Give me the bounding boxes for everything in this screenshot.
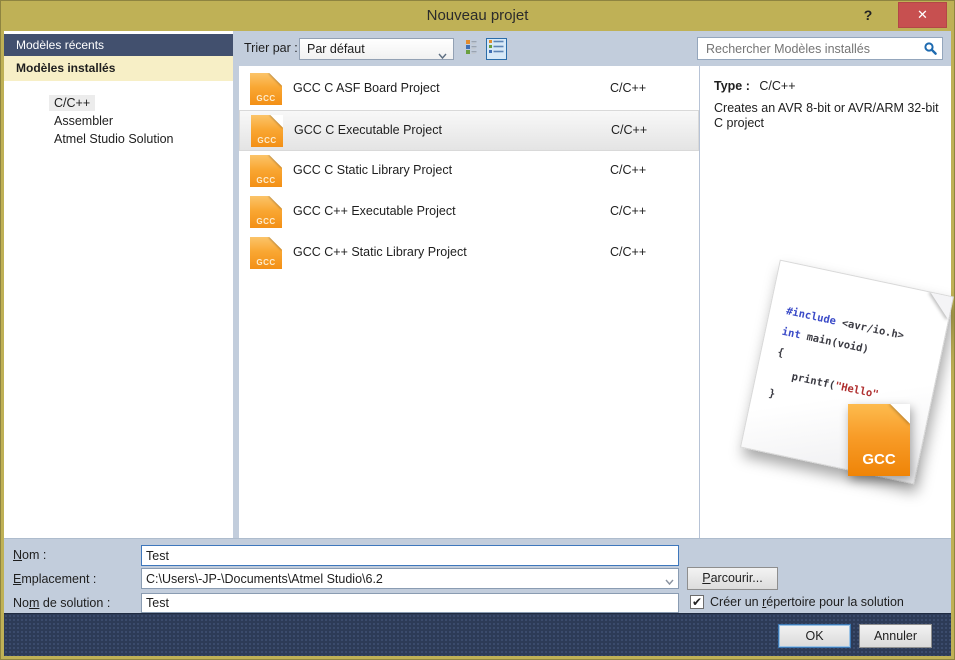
project-form: Nom : Emplacement : Parcourir... Nom de … xyxy=(4,538,951,613)
sort-by-value: Par défaut xyxy=(307,42,365,56)
new-project-dialog: Nouveau projet ? ✕ Modèles récents Modèl… xyxy=(0,0,955,660)
sort-by-dropdown[interactable]: Par défaut xyxy=(299,38,454,60)
template-row[interactable]: GCC GCC C ASF Board Project C/C++ xyxy=(239,69,699,110)
page-fold-icon xyxy=(270,115,283,128)
title-bar[interactable]: Nouveau projet ? ✕ xyxy=(1,1,954,31)
location-input[interactable] xyxy=(141,568,679,589)
chevron-down-icon[interactable] xyxy=(665,575,674,589)
page-fold-icon xyxy=(269,155,282,168)
name-label: Nom : xyxy=(13,548,46,562)
cancel-button[interactable]: Annuler xyxy=(859,624,932,648)
search-input[interactable] xyxy=(704,39,914,58)
project-name-input[interactable] xyxy=(141,545,679,566)
gcc-file-icon: GCC xyxy=(251,115,283,147)
sidebar-recent-templates-header[interactable]: Modèles récents xyxy=(4,34,233,56)
page-fold-icon xyxy=(931,275,954,319)
search-icon[interactable] xyxy=(923,41,938,61)
sidebar: Modèles récents Modèles installés C/C++A… xyxy=(4,31,233,538)
template-type: C/C++ xyxy=(611,123,647,137)
page-fold-icon xyxy=(269,73,282,86)
page-fold-icon xyxy=(269,237,282,250)
close-icon: ✕ xyxy=(917,7,928,23)
gcc-file-icon: GCC xyxy=(250,196,282,228)
template-name: GCC C ASF Board Project xyxy=(293,81,440,95)
type-label: Type : xyxy=(714,79,750,93)
sidebar-installed-templates-header[interactable]: Modèles installés xyxy=(4,56,233,81)
create-directory-row[interactable]: ✔ Créer un répertoire pour la solution xyxy=(690,595,904,609)
browse-button[interactable]: Parcourir... xyxy=(687,567,778,590)
solution-name-input[interactable] xyxy=(141,593,679,613)
help-button[interactable]: ? xyxy=(855,3,881,28)
medium-icons-view-icon xyxy=(466,39,481,59)
template-type-row: Type : C/C++ xyxy=(714,79,796,93)
small-icons-view-button[interactable] xyxy=(486,38,507,60)
template-type: C/C++ xyxy=(610,245,646,259)
solution-name-label: Nom de solution : xyxy=(13,596,110,610)
chevron-down-icon xyxy=(438,46,447,66)
template-type: C/C++ xyxy=(610,81,646,95)
template-list: GCC GCC C ASF Board Project C/C++ GCC GC… xyxy=(239,66,699,538)
toolbar: Trier par : Par défaut xyxy=(233,31,951,66)
dialog-body: Modèles récents Modèles installés C/C++A… xyxy=(4,31,951,656)
gcc-file-icon: GCC xyxy=(250,73,282,105)
template-name: GCC C++ Static Library Project xyxy=(293,245,467,259)
gcc-file-icon: GCC xyxy=(848,404,910,476)
template-name: GCC C++ Executable Project xyxy=(293,204,456,218)
code-preview-image: #include <avr/io.h>int main(void){ print… xyxy=(740,260,954,485)
gcc-file-icon: GCC xyxy=(250,237,282,269)
sort-by-label: Trier par : xyxy=(244,41,298,55)
sidebar-item[interactable]: Assembler xyxy=(4,112,233,130)
close-button[interactable]: ✕ xyxy=(898,2,947,28)
template-name: GCC C Executable Project xyxy=(294,123,442,137)
dialog-title: Nouveau projet xyxy=(1,1,954,31)
template-row[interactable]: GCC GCC C Executable Project C/C++ xyxy=(239,110,699,151)
template-row[interactable]: GCC GCC C++ Static Library Project C/C++ xyxy=(239,233,699,274)
location-label: Emplacement : xyxy=(13,572,96,586)
template-type: C/C++ xyxy=(610,163,646,177)
location-combobox xyxy=(141,568,679,589)
footer-bar: OK Annuler xyxy=(4,613,951,656)
page-fold-icon xyxy=(269,196,282,209)
template-row[interactable]: GCC GCC C Static Library Project C/C++ xyxy=(239,151,699,192)
medium-icons-view-button[interactable] xyxy=(463,38,484,60)
template-name: GCC C Static Library Project xyxy=(293,163,452,177)
ok-button[interactable]: OK xyxy=(778,624,851,648)
sidebar-items: C/C++AssemblerAtmel Studio Solution xyxy=(4,81,233,148)
page-fold-icon xyxy=(890,404,910,424)
small-icons-view-icon xyxy=(489,39,504,59)
template-row[interactable]: GCC GCC C++ Executable Project C/C++ xyxy=(239,192,699,233)
checkbox-checked-icon[interactable]: ✔ xyxy=(690,595,704,609)
template-type: C/C++ xyxy=(610,204,646,218)
search-box xyxy=(697,37,943,60)
sidebar-item[interactable]: C/C++ xyxy=(4,94,233,112)
template-description: Creates an AVR 8-bit or AVR/ARM 32-bit C… xyxy=(714,101,946,131)
type-value: C/C++ xyxy=(759,79,795,93)
gcc-icon-label: GCC xyxy=(848,451,910,468)
create-directory-label: Créer un répertoire pour la solution xyxy=(710,595,904,609)
gcc-file-icon: GCC xyxy=(250,155,282,187)
sidebar-item[interactable]: Atmel Studio Solution xyxy=(4,130,233,148)
details-panel: Type : C/C++ Creates an AVR 8-bit or AVR… xyxy=(700,66,951,538)
